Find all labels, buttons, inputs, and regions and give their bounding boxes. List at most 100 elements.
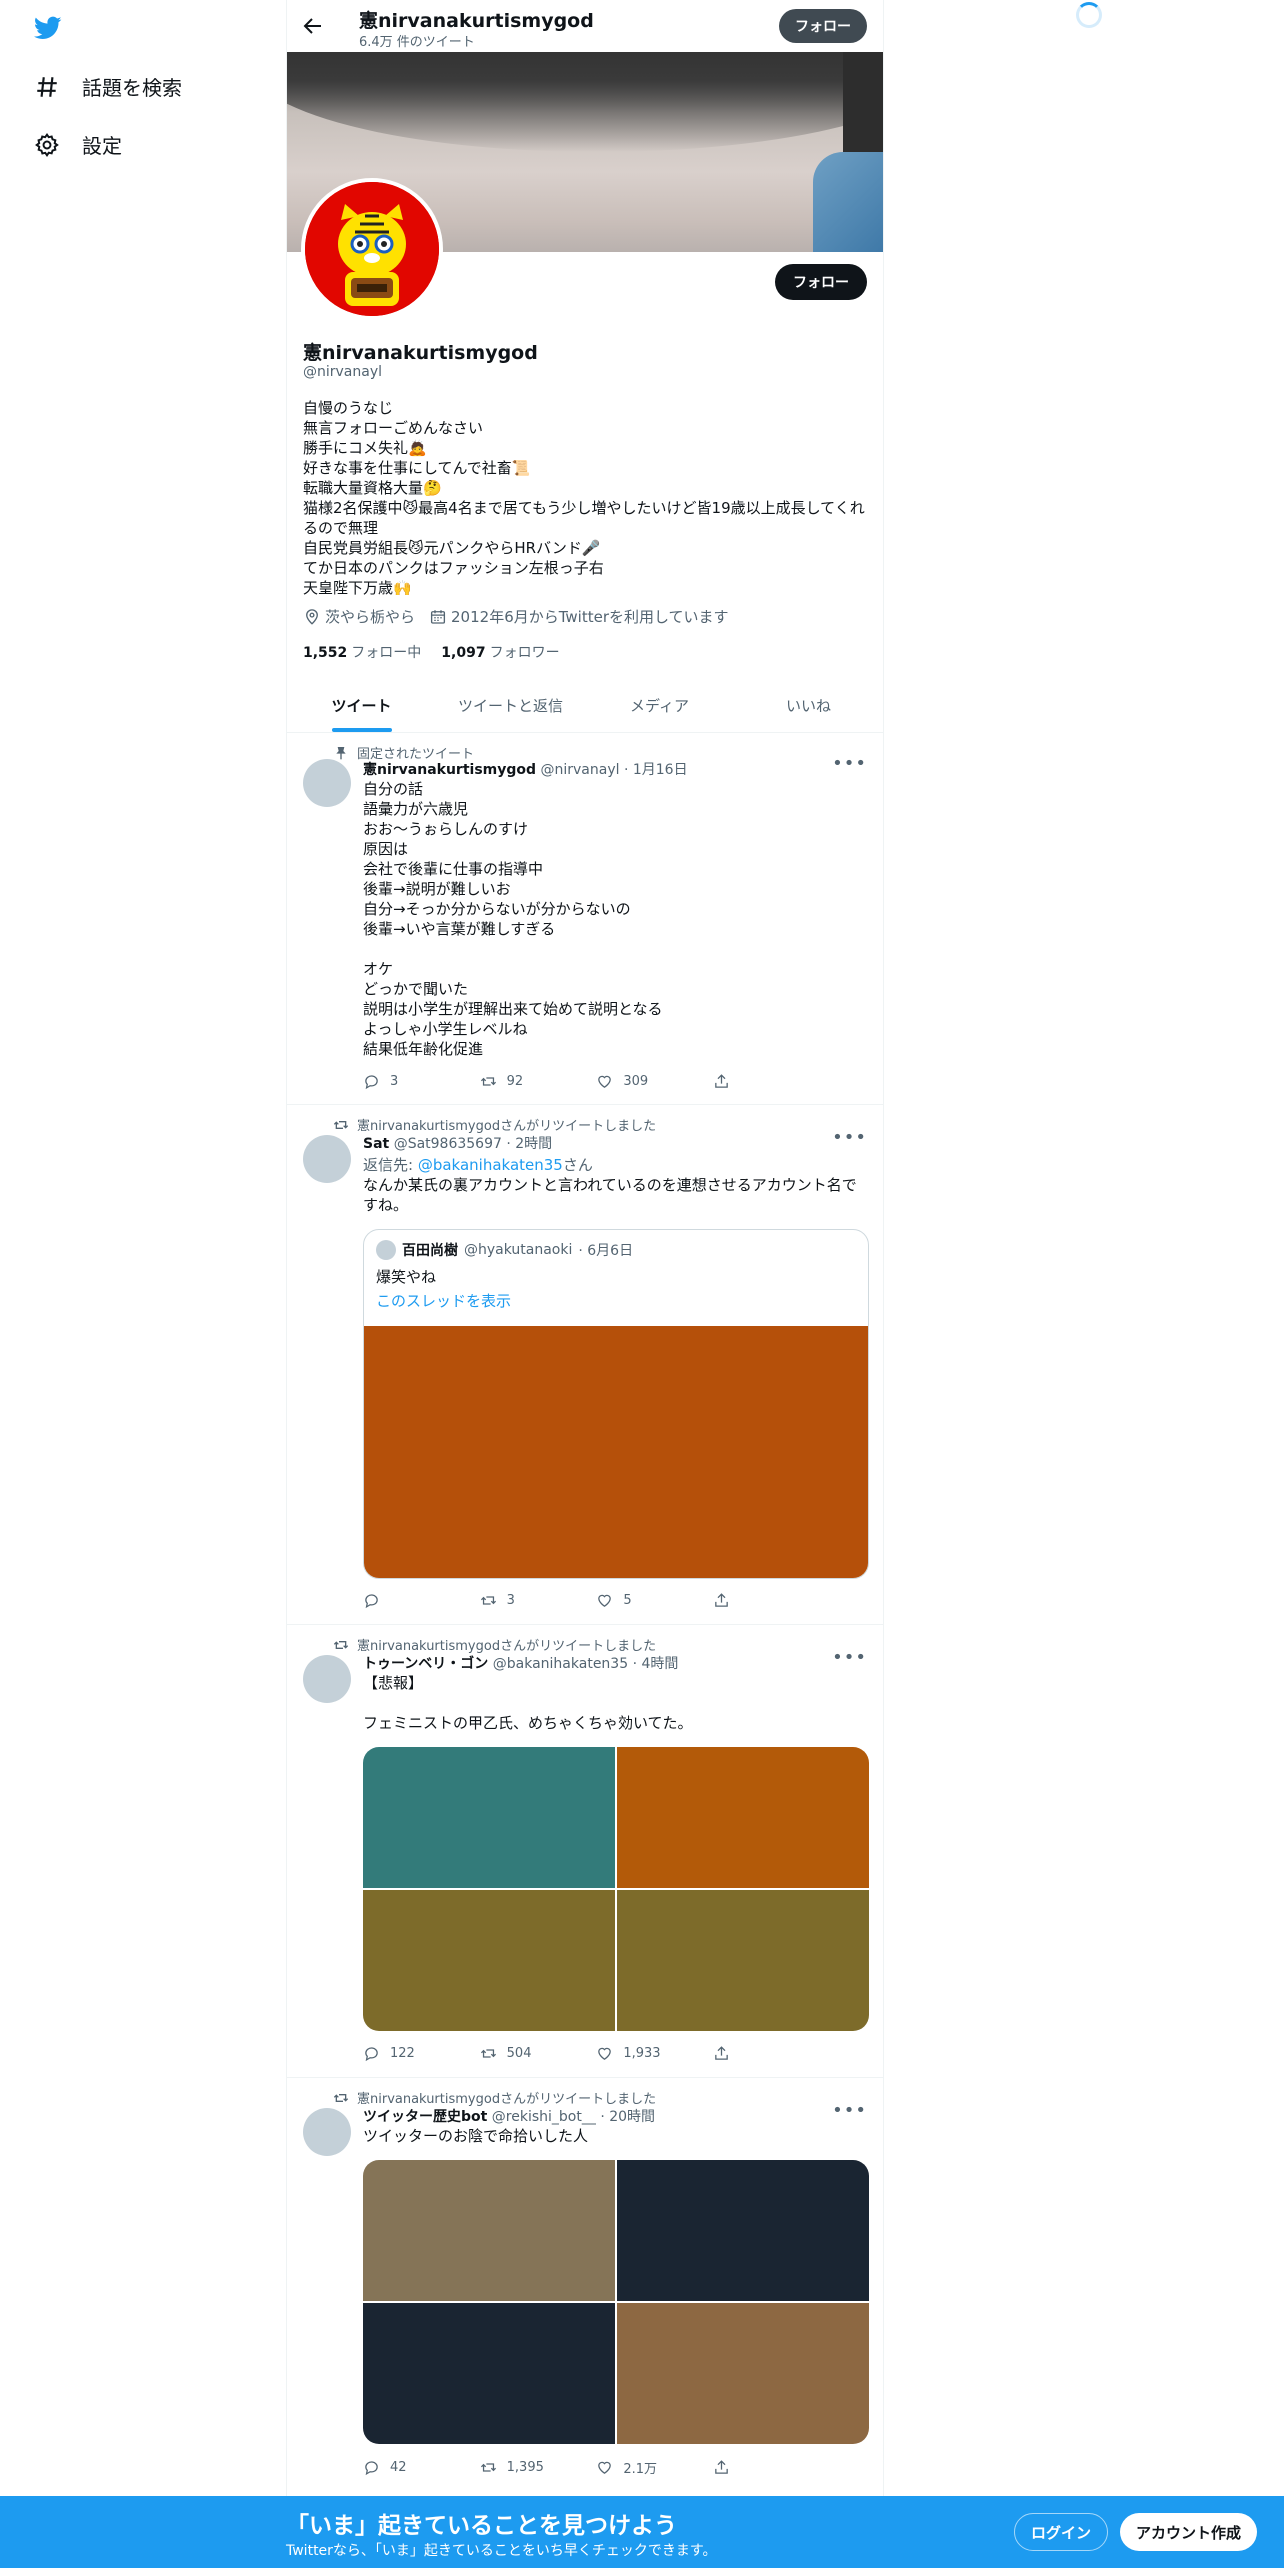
retweet-button[interactable]: 3 xyxy=(480,1592,550,1609)
more-options-icon[interactable]: ••• xyxy=(832,1647,867,1668)
reply-count: 122 xyxy=(390,2046,415,2061)
tweet-image[interactable] xyxy=(617,2160,869,2301)
like-button[interactable]: 2.1万 xyxy=(596,2458,666,2477)
tweet-image[interactable] xyxy=(363,2160,615,2301)
tweet-author-handle[interactable]: @rekishi_bot__ xyxy=(492,2109,596,2125)
reply-button[interactable]: 3 xyxy=(363,1073,433,1090)
retweet-count: 92 xyxy=(506,1074,524,1089)
profile-column: 憲nirvanakurtismygod 6.4万 件のツイート フォロー フォロ… xyxy=(286,0,884,2500)
tweet-author-name[interactable]: Sat xyxy=(363,1136,389,1152)
pin-icon xyxy=(336,746,346,760)
tweet-text-line: 語彙力が六歳児 xyxy=(363,800,469,818)
tweet-text-line: 説明は小学生が理解出来て始めて説明となる xyxy=(363,1000,663,1018)
following-count: 1,552 xyxy=(303,645,348,661)
heart-icon xyxy=(598,2047,612,2060)
bio-line: 自民党員労組長😼元パンクやらHRバンド🎤 xyxy=(303,539,601,557)
following-link[interactable]: 1,552 フォロー中 xyxy=(303,642,421,662)
header-follow-button[interactable]: フォロー xyxy=(779,9,867,43)
share-button[interactable] xyxy=(713,1592,783,1609)
tab-tweets[interactable]: ツイート xyxy=(287,680,436,732)
like-button[interactable]: 1,933 xyxy=(596,2045,666,2062)
tweet-avatar[interactable] xyxy=(303,1135,351,1183)
sidebar-item-label: 話題を検索 xyxy=(82,76,182,100)
share-button[interactable] xyxy=(713,2045,783,2062)
back-arrow-icon[interactable] xyxy=(301,14,325,38)
tweet-author-name[interactable]: ツイッター歴史bot xyxy=(363,2109,487,2125)
reply-icon xyxy=(365,1075,378,1090)
tweet-text-line: オケ xyxy=(363,960,394,978)
tweet-actions: 122 504 1,933 xyxy=(363,2045,783,2062)
retweet-button[interactable]: 92 xyxy=(480,1073,550,1090)
share-button[interactable] xyxy=(713,2458,783,2477)
retweet-button[interactable]: 504 xyxy=(480,2045,550,2062)
tweet-text-line: なんか某氏の裏アカウントと言われているのを連想させるアカウント名ですね。 xyxy=(363,1176,857,1214)
like-count: 309 xyxy=(623,1074,649,1089)
sidebar-item-explore[interactable]: 話題を検索 xyxy=(34,72,182,101)
profile-stats: 1,552 フォロー中 1,097 フォロワー xyxy=(303,642,560,662)
more-options-icon[interactable]: ••• xyxy=(832,1127,867,1148)
tab-likes[interactable]: いいね xyxy=(734,680,883,732)
bio-line: 自慢のうなじ xyxy=(303,399,394,417)
location-pin-icon xyxy=(306,608,318,625)
tweet-author-name[interactable]: 憲nirvanakurtismygod xyxy=(363,762,536,778)
sidebar-item-settings[interactable]: 設定 xyxy=(34,130,122,159)
tweet-time[interactable]: · 1月16日 xyxy=(624,762,688,778)
retweet-count: 3 xyxy=(506,1593,515,1608)
retweet-icon xyxy=(333,1640,349,1649)
tweet-item[interactable]: 固定されたツイート 憲nirvanakurtismygod @nirvanayl… xyxy=(287,733,883,1105)
reply-prefix: 返信先: xyxy=(363,1156,418,1174)
tweet-time[interactable]: · 20時間 xyxy=(600,2109,655,2125)
share-button[interactable] xyxy=(713,1073,783,1090)
tweet-avatar[interactable] xyxy=(303,759,351,807)
profile-follow-button[interactable]: フォロー xyxy=(775,264,867,300)
profile-location-text: 茨やら栃やら xyxy=(325,608,416,626)
retweet-icon xyxy=(480,1596,496,1605)
tweet-item[interactable]: 憲nirvanakurtismygodさんがリツイートしました Sat @Sat… xyxy=(287,1105,883,1625)
like-button[interactable]: 5 xyxy=(596,1592,666,1609)
signup-button[interactable]: アカウント作成 xyxy=(1120,2513,1258,2551)
tweet-image[interactable] xyxy=(363,1890,615,2031)
show-thread-link[interactable]: このスレッドを表示 xyxy=(376,1290,511,1311)
tweet-time[interactable]: · 4時間 xyxy=(633,1656,679,1672)
header-profile-name: 憲nirvanakurtismygod xyxy=(359,10,594,32)
tweet-author-handle[interactable]: @nirvanayl xyxy=(541,762,620,778)
signup-banner: 「いま」起きていることを見つけよう Twitterなら、「いま」起きていることを… xyxy=(0,2496,1284,2568)
reply-count: 3 xyxy=(390,1074,399,1089)
quoted-tweet-image[interactable] xyxy=(364,1326,868,1578)
tweet-avatar[interactable] xyxy=(303,1655,351,1703)
bio-line: 好きな事を仕事にしてんで社畜📜 xyxy=(303,459,531,477)
reply-context: 返信先: @bakanihakaten35さん xyxy=(363,1155,869,1175)
tweet-text-line: 結果低年齢化促進 xyxy=(363,1040,484,1058)
tab-media[interactable]: メディア xyxy=(585,680,734,732)
profile-avatar[interactable] xyxy=(301,178,443,320)
reply-button[interactable]: 42 xyxy=(363,2458,433,2477)
reply-button[interactable]: 122 xyxy=(363,2045,433,2062)
more-options-icon[interactable]: ••• xyxy=(832,2100,867,2121)
like-button[interactable]: 309 xyxy=(596,1073,666,1090)
tweet-item[interactable]: 憲nirvanakurtismygodさんがリツイートしました ツイッター歴史b… xyxy=(287,2078,883,2500)
tweet-author-name[interactable]: トゥーンベリ・ゴン xyxy=(363,1656,488,1672)
tweet-image[interactable] xyxy=(363,1747,615,1888)
tab-tweets-and-replies[interactable]: ツイートと返信 xyxy=(436,680,585,732)
quoted-tweet[interactable]: 百田尚樹 @hyakutanaoki · 6月6日 爆笑やね このスレッドを表示 xyxy=(363,1229,869,1579)
twitter-logo-icon[interactable] xyxy=(32,14,64,42)
reply-to-link[interactable]: @bakanihakaten35 xyxy=(418,1156,563,1174)
tweet-image[interactable] xyxy=(617,1890,869,2031)
tweet-image[interactable] xyxy=(617,2303,869,2444)
login-button[interactable]: ログイン xyxy=(1014,2513,1109,2551)
more-options-icon[interactable]: ••• xyxy=(832,753,867,774)
retweet-button[interactable]: 1,395 xyxy=(480,2458,550,2477)
tweet-author-handle[interactable]: @bakanihakaten35 xyxy=(493,1656,628,1672)
tweet-image[interactable] xyxy=(363,2303,615,2444)
tweet-avatar[interactable] xyxy=(303,2108,351,2156)
tweet-author-handle[interactable]: @Sat98635697 xyxy=(394,1136,502,1152)
followers-link[interactable]: 1,097 フォロワー xyxy=(441,642,559,662)
tweet-context: 憲nirvanakurtismygodさんがリツイートしました xyxy=(333,1115,656,1134)
tweet-image[interactable] xyxy=(617,1747,869,1888)
reply-button[interactable] xyxy=(363,1592,433,1609)
profile-bio: 自慢のうなじ 無言フォローごめんなさい 勝手にコメ失礼🙇 好きな事を仕事にしてん… xyxy=(303,398,867,598)
reply-suffix: さん xyxy=(562,1156,593,1174)
tweet-item[interactable]: 憲nirvanakurtismygodさんがリツイートしました トゥーンベリ・ゴ… xyxy=(287,1625,883,2078)
tweet-time[interactable]: · 2時間 xyxy=(506,1136,552,1152)
reply-icon xyxy=(365,1594,378,1609)
